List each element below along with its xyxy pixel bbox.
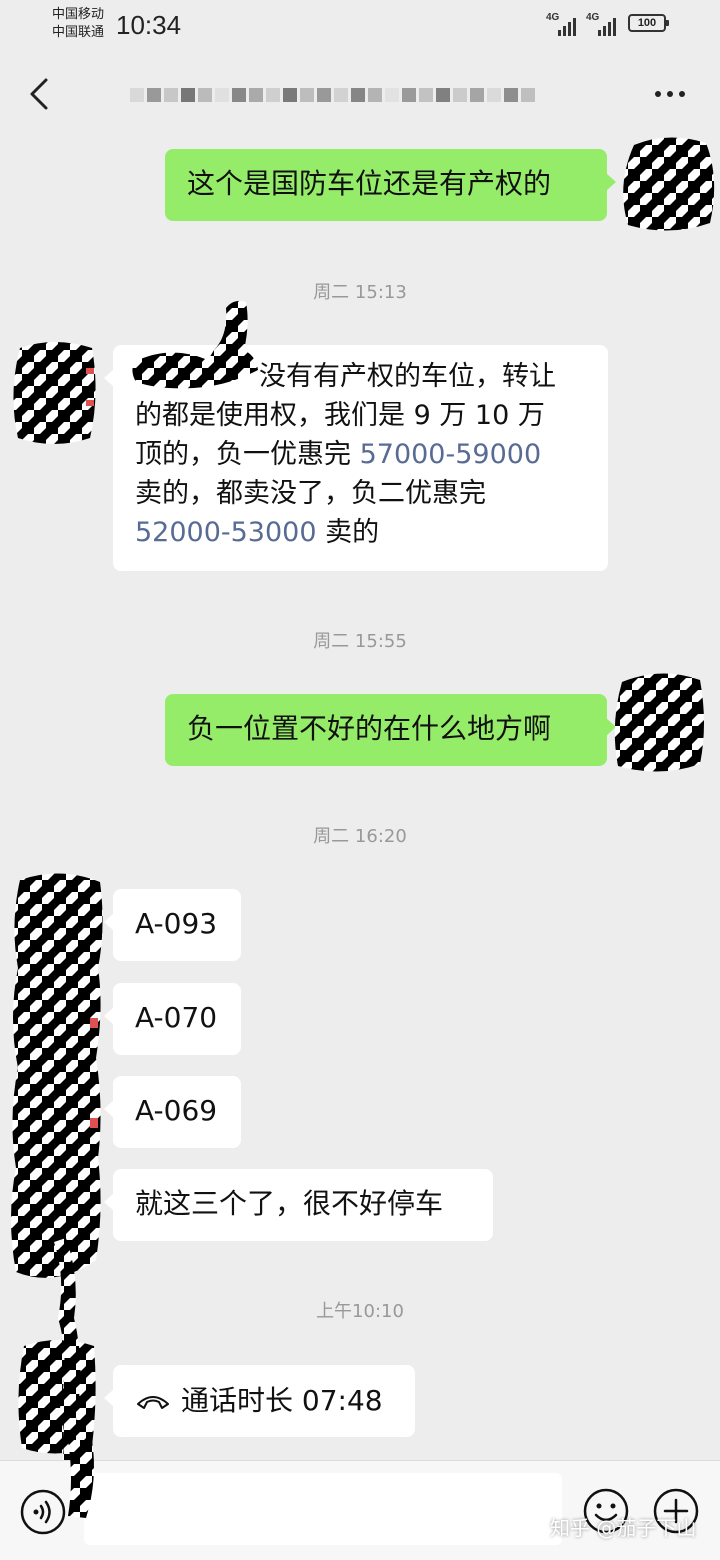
avatar-contact[interactable] bbox=[6, 868, 106, 1288]
number-range: 57000-59000 bbox=[359, 439, 542, 470]
outgoing-message[interactable]: 这个是国防车位还是有产权的 bbox=[165, 149, 616, 221]
call-record-message[interactable]: 通话时长 07:48 bbox=[104, 1365, 415, 1437]
avatar-contact[interactable] bbox=[10, 338, 98, 450]
more-horizontal-icon[interactable] bbox=[646, 72, 694, 116]
avatar-self[interactable] bbox=[608, 666, 708, 778]
blurred-title bbox=[130, 78, 580, 112]
carrier-1: 中国移动 bbox=[52, 7, 105, 22]
carrier-2: 中国联通 bbox=[52, 25, 105, 40]
redaction-scribble bbox=[68, 1440, 94, 1518]
timestamp: 周二 16:20 bbox=[313, 826, 407, 847]
input-bar bbox=[0, 1460, 720, 1560]
incoming-message[interactable]: A-069 bbox=[104, 1076, 241, 1148]
watermark: 知乎 @茄子下山 bbox=[550, 1516, 697, 1540]
number-range: 52000-53000 bbox=[135, 517, 317, 548]
phone-hangup-icon bbox=[137, 1396, 169, 1409]
redaction-scribble bbox=[132, 300, 258, 389]
timestamp: 周二 15:13 bbox=[313, 282, 407, 303]
incoming-message[interactable]: A-093 bbox=[104, 889, 241, 961]
carrier-names: 中国移动 中国联通 bbox=[52, 6, 104, 42]
message-input[interactable] bbox=[84, 1473, 562, 1545]
incoming-message[interactable]: 就这三个了，很不好停车 bbox=[104, 1169, 493, 1241]
avatar-self[interactable] bbox=[616, 133, 720, 237]
outgoing-message[interactable]: 负一位置不好的在什么地方啊 bbox=[165, 694, 616, 766]
signal-icon-1: 4G bbox=[546, 12, 580, 36]
status-bar: 中国移动 中国联通 10:34 4G 4G 100 bbox=[0, 0, 720, 50]
status-time: 10:34 bbox=[116, 10, 182, 40]
timestamp: 上午10:10 bbox=[316, 1301, 404, 1322]
chevron-left-icon[interactable] bbox=[18, 72, 62, 116]
battery-icon: 100 bbox=[628, 14, 669, 32]
signal-icon-2: 4G bbox=[586, 12, 620, 36]
message-list[interactable]: 这个是国防车位还是有产权的 周二 15:13 没有有产权的车位，转让 的都是使用… bbox=[0, 137, 720, 1474]
timestamp: 周二 15:55 bbox=[313, 631, 407, 652]
incoming-message[interactable]: A-070 bbox=[104, 983, 241, 1055]
